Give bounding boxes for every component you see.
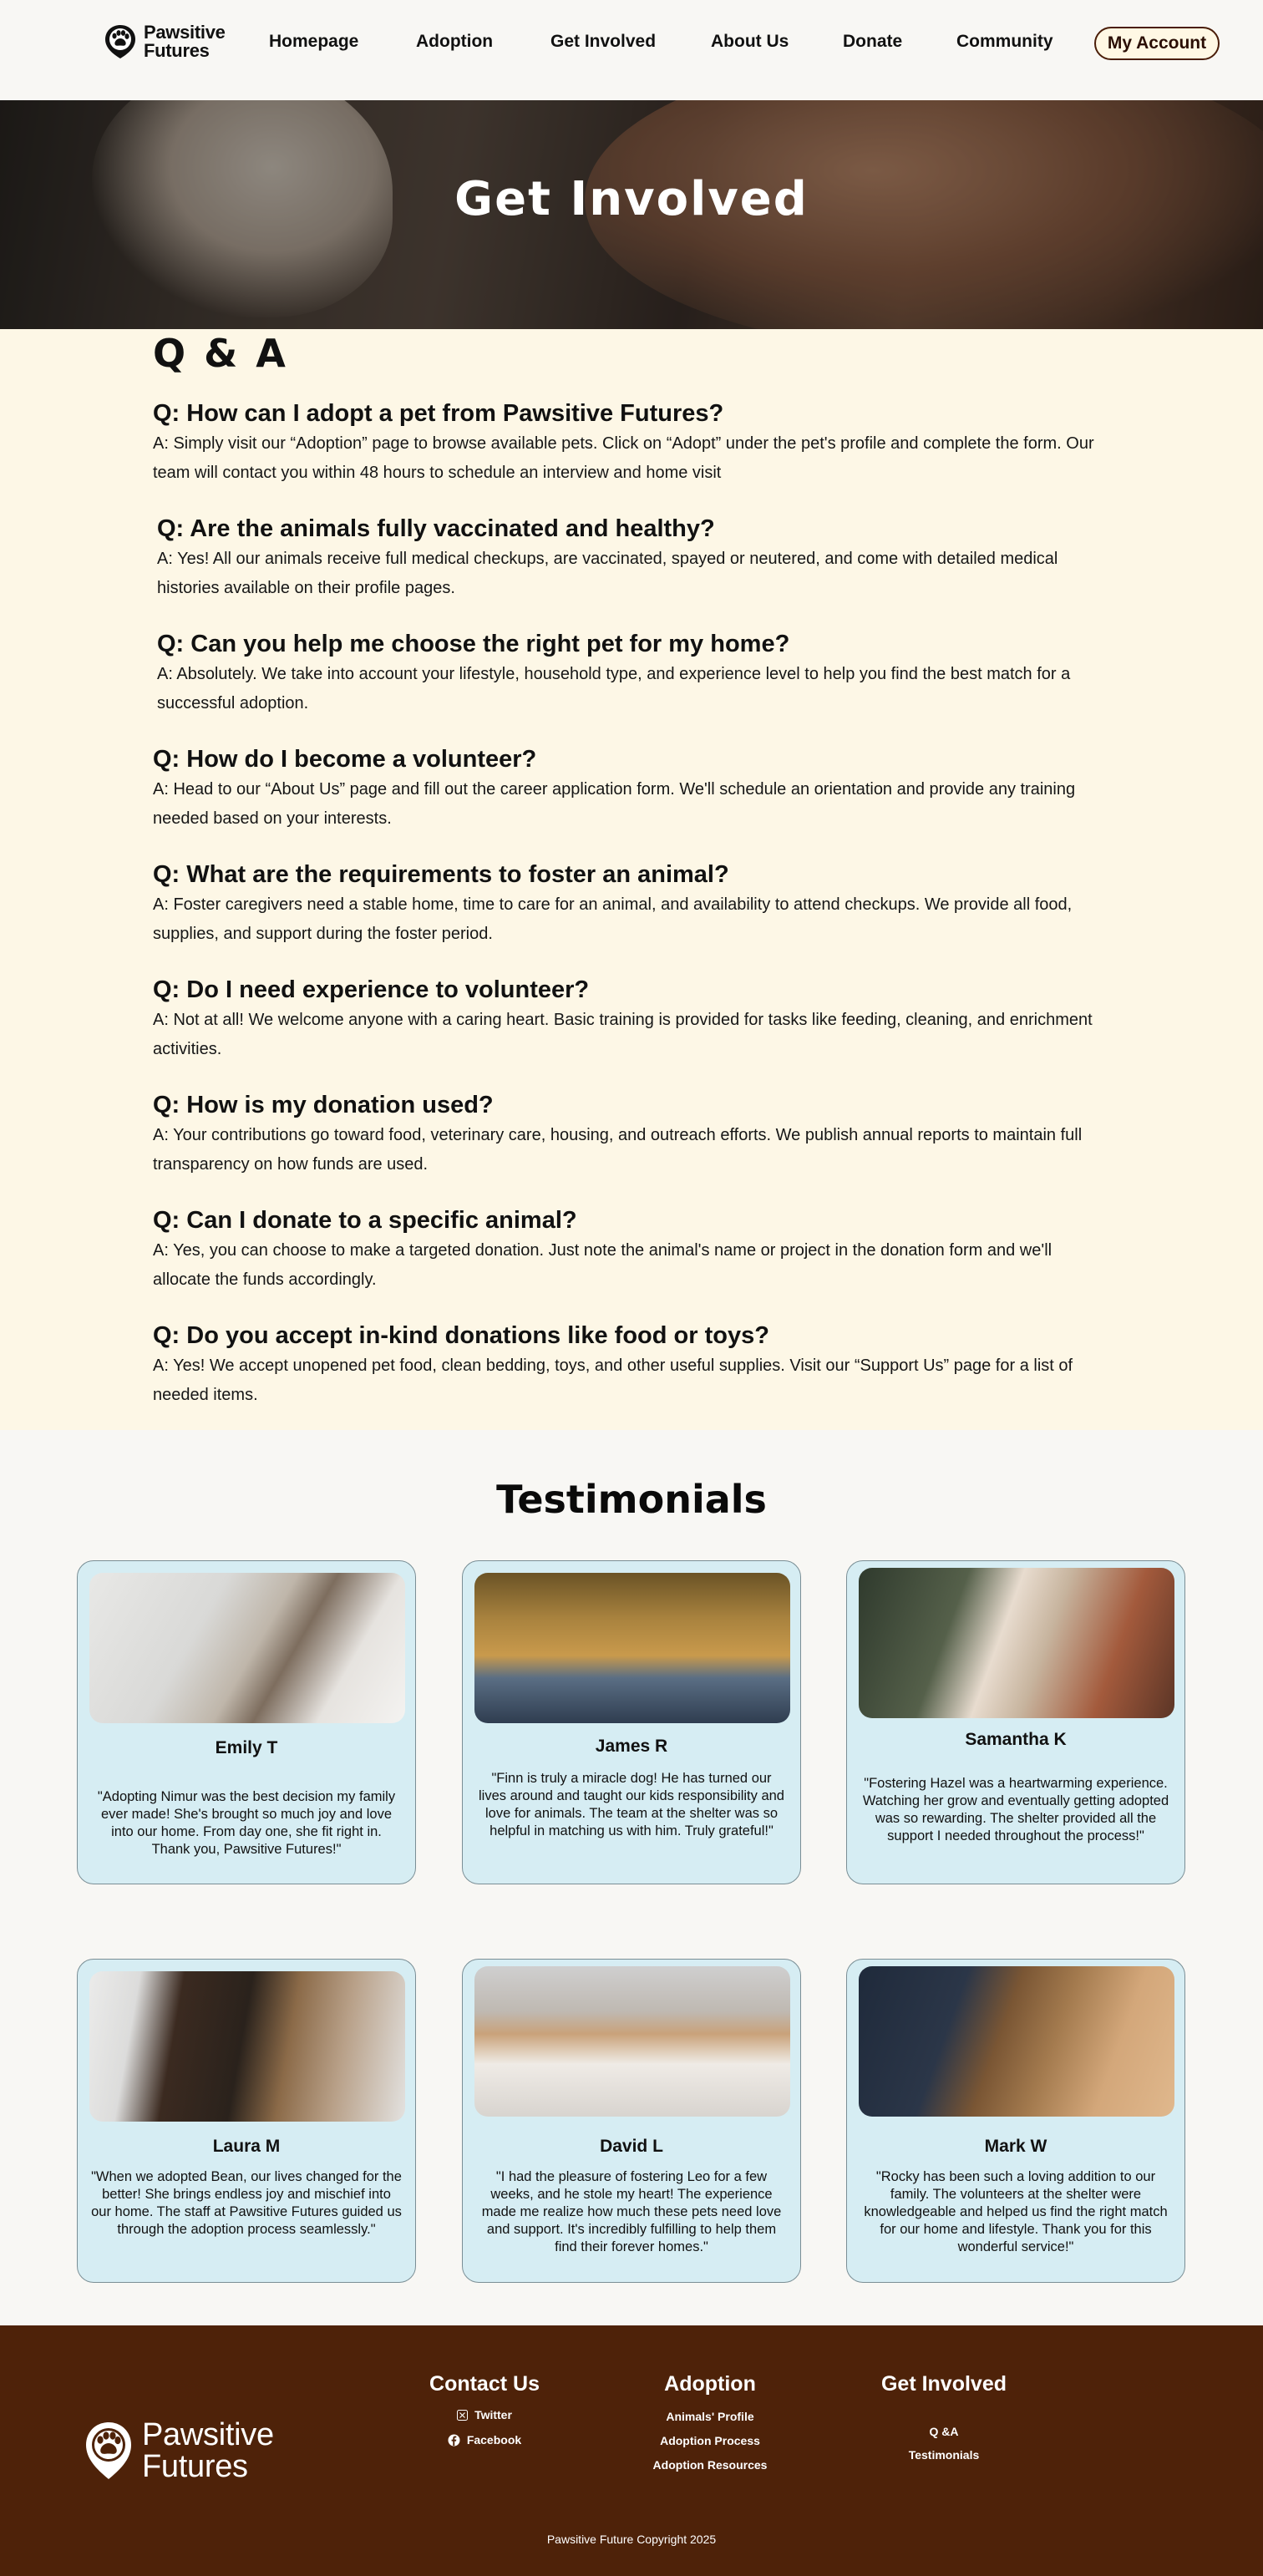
testimonial-name: James R	[595, 1737, 668, 1756]
testimonial-photo	[89, 1971, 405, 2122]
qa-question: Q: How do I become a volunteer?	[153, 746, 537, 773]
qa-question: Q: How can I adopt a pet from Pawsitive …	[153, 400, 724, 427]
qa-answer: A: Yes! All our animals receive full med…	[157, 550, 1058, 597]
testimonials-title: Testimonials	[496, 1477, 767, 1522]
testimonial-quote: "Fostering Hazel was a heartwarming expe…	[862, 1776, 1169, 1843]
qa-question: Q: How is my donation used?	[153, 1092, 494, 1118]
footer-contact-column: Contact Us Twitter Facebook	[418, 2372, 551, 2447]
facebook-icon	[448, 2434, 460, 2446]
footer-copyright: Pawsitive Future Copyright 2025	[546, 2533, 717, 2546]
paw-logo-icon	[86, 2422, 131, 2479]
testimonial-name: Mark W	[984, 2137, 1047, 2156]
footer-facebook-label: Facebook	[466, 2433, 522, 2447]
brand-name-line1: Pawsitive	[144, 22, 226, 43]
footer-twitter-label: Twitter	[474, 2408, 512, 2421]
x-twitter-icon	[457, 2409, 469, 2421]
testimonial-card: Mark W "Rocky has been such a loving add…	[846, 1959, 1185, 2283]
testimonial-quote: "I had the pleasure of fostering Leo for…	[481, 2169, 782, 2254]
testimonial-quote: "Rocky has been such a loving addition t…	[864, 2169, 1168, 2254]
qa-item: Q: Do I need experience to volunteer? A:…	[153, 976, 1105, 1064]
footer-get-involved-title: Get Involved	[880, 2372, 1007, 2396]
testimonial-name: Samantha K	[965, 1730, 1067, 1749]
brand-logo[interactable]: Pawsitive Futures	[104, 23, 226, 60]
nav-adoption[interactable]: Adoption	[416, 32, 493, 52]
footer-adoption-resources-link[interactable]: Adoption Resources	[635, 2458, 785, 2472]
qa-question: Q: Can you help me choose the right pet …	[157, 631, 790, 657]
testimonial-photo	[474, 1966, 790, 2117]
footer-adoption-column: Adoption Animals' Profile Adoption Proce…	[635, 2372, 785, 2472]
footer-testimonials-link[interactable]: Testimonials	[869, 2448, 1019, 2462]
hero-title: Get Involved	[454, 172, 809, 226]
footer-get-involved-column: Get Involved Q &A Testimonials	[869, 2372, 1019, 2462]
qa-section: Q & A Q: How can I adopt a pet from Paws…	[0, 329, 1263, 1430]
testimonial-name: Emily T	[215, 1738, 278, 1757]
qa-answer: A: Simply visit our “Adoption” page to b…	[153, 434, 1094, 482]
testimonials-section: Testimonials Emily T "Adopting Nimur was…	[0, 1430, 1263, 2325]
qa-item: Q: Are the animals fully vaccinated and …	[157, 515, 1109, 603]
footer-facebook-link[interactable]: Facebook	[418, 2433, 551, 2447]
testimonial-card: Emily T "Adopting Nimur was the best dec…	[77, 1560, 416, 1884]
qa-question: Q: Do you accept in-kind donations like …	[153, 1322, 769, 1349]
nav-donate[interactable]: Donate	[843, 32, 902, 52]
qa-item: Q: Do you accept in-kind donations like …	[153, 1321, 1105, 1410]
footer-animals-profile-link[interactable]: Animals' Profile	[635, 2410, 785, 2423]
brand-name: Pawsitive Futures	[144, 23, 226, 60]
qa-item: Q: Can you help me choose the right pet …	[157, 630, 1109, 718]
footer-adoption-process-link[interactable]: Adoption Process	[635, 2434, 785, 2447]
testimonial-card: Laura M "When we adopted Bean, our lives…	[77, 1959, 416, 2283]
testimonial-photo	[859, 1966, 1174, 2117]
my-account-button[interactable]: My Account	[1094, 27, 1220, 60]
qa-answer: A: Absolutely. We take into account your…	[157, 665, 1071, 712]
footer: Pawsitive Futures Contact Us Twitter Fac…	[0, 2325, 1263, 2576]
qa-question: Q: Can I donate to a specific animal?	[153, 1207, 577, 1234]
hero-banner: Get Involved	[0, 100, 1263, 329]
qa-answer: A: Head to our “About Us” page and fill …	[153, 780, 1076, 828]
top-nav: Pawsitive Futures Homepage Adoption Get …	[0, 0, 1263, 100]
brand-name-line2: Futures	[144, 40, 210, 61]
testimonial-photo	[474, 1573, 790, 1723]
qa-item: Q: Can I donate to a specific animal? A:…	[153, 1206, 1105, 1295]
qa-item: Q: How do I become a volunteer? A: Head …	[153, 745, 1105, 834]
qa-answer: A: Your contributions go toward food, ve…	[153, 1126, 1083, 1174]
nav-about-us[interactable]: About Us	[711, 32, 789, 52]
nav-community[interactable]: Community	[956, 32, 1053, 52]
qa-answer: A: Yes! We accept unopened pet food, cle…	[153, 1356, 1073, 1404]
footer-adoption-title: Adoption	[664, 2372, 756, 2396]
qa-item: Q: What are the requirements to foster a…	[153, 860, 1105, 949]
qa-question: Q: Do I need experience to volunteer?	[153, 976, 590, 1003]
qa-title: Q & A	[153, 331, 288, 376]
footer-brand-name-line2: Futures	[142, 2449, 248, 2484]
qa-answer: A: Foster caregivers need a stable home,…	[153, 895, 1073, 943]
testimonial-card: James R "Finn is truly a miracle dog! He…	[462, 1560, 801, 1884]
testimonial-photo	[89, 1573, 405, 1723]
nav-get-involved[interactable]: Get Involved	[550, 32, 656, 52]
qa-answer: A: Not at all! We welcome anyone with a …	[153, 1011, 1093, 1058]
nav-homepage[interactable]: Homepage	[269, 32, 358, 52]
qa-item: Q: How is my donation used? A: Your cont…	[153, 1091, 1105, 1179]
qa-question: Q: Are the animals fully vaccinated and …	[157, 515, 715, 542]
qa-question: Q: What are the requirements to foster a…	[153, 861, 729, 888]
footer-brand-logo[interactable]: Pawsitive Futures	[84, 2419, 274, 2482]
testimonial-name: Laura M	[212, 2137, 281, 2156]
footer-qa-link[interactable]: Q &A	[869, 2425, 1019, 2438]
paw-logo-icon	[105, 25, 135, 58]
testimonial-name: David L	[600, 2137, 663, 2156]
footer-contact-title: Contact Us	[429, 2372, 540, 2396]
qa-answer: A: Yes, you can choose to make a targete…	[153, 1241, 1052, 1289]
footer-brand-name-line1: Pawsitive	[142, 2417, 274, 2452]
footer-twitter-link[interactable]: Twitter	[418, 2408, 551, 2421]
testimonial-quote: "Adopting Nimur was the best decision my…	[97, 1789, 396, 1857]
testimonial-card: David L "I had the pleasure of fostering…	[462, 1959, 801, 2283]
footer-brand-name: Pawsitive Futures	[142, 2419, 274, 2482]
testimonial-quote: "Finn is truly a miracle dog! He has tur…	[479, 1771, 784, 1838]
testimonial-photo	[859, 1568, 1174, 1718]
qa-item: Q: How can I adopt a pet from Pawsitive …	[153, 399, 1105, 488]
testimonial-quote: "When we adopted Bean, our lives changed…	[91, 2169, 402, 2237]
testimonial-card: Samantha K "Fostering Hazel was a heartw…	[846, 1560, 1185, 1884]
